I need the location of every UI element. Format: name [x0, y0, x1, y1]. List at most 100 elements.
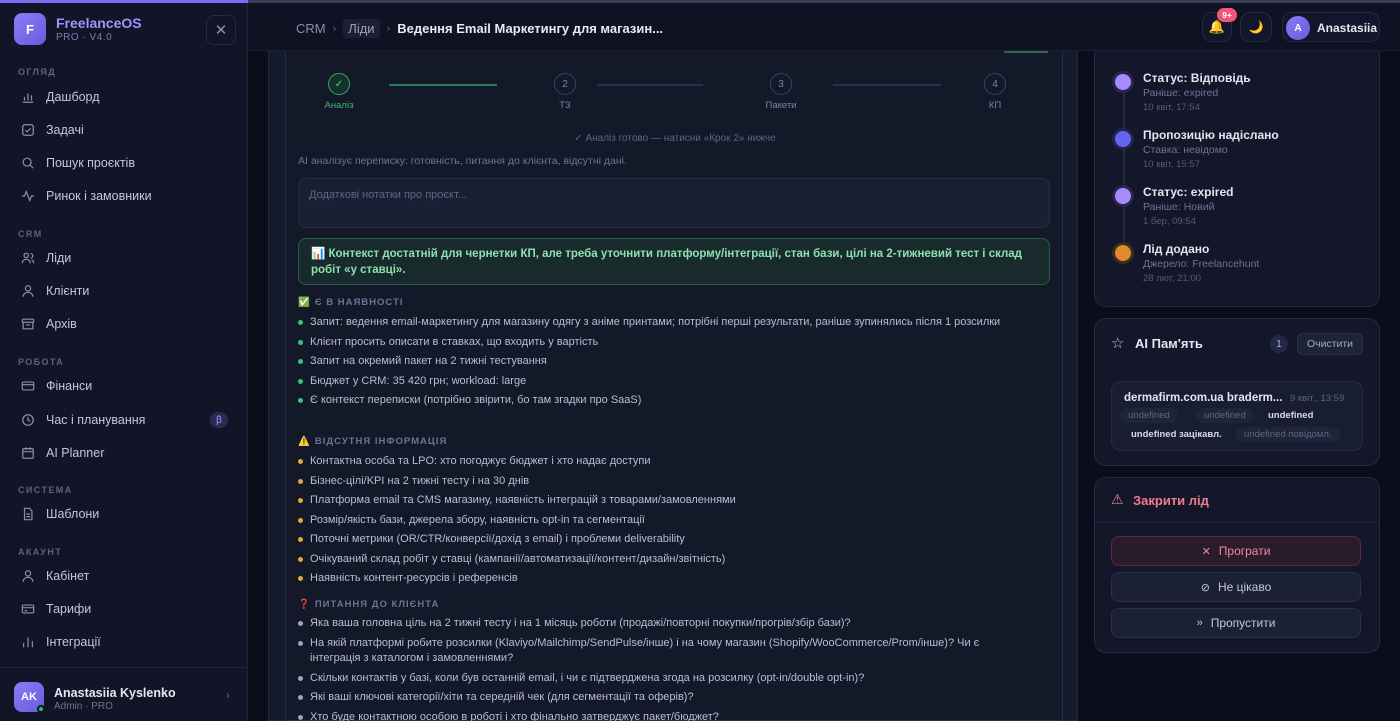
profile-button[interactable]: A Anastasiia — [1282, 12, 1380, 42]
step-proposal[interactable]: 4 КП — [965, 73, 1025, 111]
step-number: 3 — [770, 73, 792, 95]
step-label: Пакети — [765, 100, 797, 111]
chart-bar-icon — [20, 89, 36, 105]
list-item: Скільки контактів у базі, коли був остан… — [298, 671, 1018, 687]
list-item: Бюджет у CRM: 35 420 грн; workload: larg… — [298, 374, 1018, 390]
sidebar-item-archive[interactable]: Архів — [14, 311, 234, 337]
theme-toggle-button[interactable]: 🌙 — [1240, 12, 1272, 42]
sidebar-item-dashboard[interactable]: Дашборд — [14, 84, 234, 110]
sidebar-item-integrations[interactable]: Інтеграції — [14, 629, 234, 655]
ai-memory-title: AI Пам'ять — [1135, 336, 1203, 351]
step-connector — [833, 84, 941, 86]
list-item: Платформа email та CMS магазину, наявніс… — [298, 493, 1018, 509]
sidebar-item-label: Ринок і замовники — [46, 189, 152, 203]
timeline-time: 1 бер, 09:54 — [1143, 216, 1196, 227]
close-lead-card: ⚠ Закрити лід ✕ Програти ⊘ Не цікаво » П… — [1094, 477, 1380, 653]
sidebar-item-label: AI Planner — [46, 446, 105, 460]
breadcrumb-crm[interactable]: CRM — [296, 21, 326, 36]
memory-entry-date: 9 квіт., 13:59 — [1290, 393, 1345, 404]
notification-count-badge: 9+ — [1217, 8, 1237, 22]
timeline-title: Пропозицію надіслано — [1143, 128, 1279, 142]
context-summary: 📊 Контекст достатній для чернетки КП, ал… — [298, 238, 1050, 285]
user-icon — [20, 283, 36, 299]
close-lead-title: Закрити лід — [1133, 493, 1209, 508]
nav-section-title: АКАУНТ — [18, 547, 63, 557]
timeline-time: 28 лют, 21:00 — [1143, 273, 1202, 284]
star-icon: ☆ — [1111, 335, 1125, 352]
memory-entry[interactable]: dermafirm.com.ua braderm... 9 квіт., 13:… — [1111, 381, 1363, 451]
step-analysis[interactable]: ✓ Аналіз — [309, 73, 369, 111]
memory-tag: undefined — [1196, 408, 1254, 423]
sidebar-item-label: Задачі — [46, 123, 84, 137]
beta-badge: β — [210, 412, 228, 428]
memory-count-badge: 1 — [1270, 335, 1288, 353]
step-check-icon: ✓ — [328, 73, 350, 95]
user-icon — [20, 568, 36, 584]
missing-list: Контактна особа та LPO: хто погоджує бюд… — [298, 454, 1018, 591]
available-section-title: ✅ Є В НАЯВНОСТІ — [298, 297, 404, 308]
user-role: Admin · PRO — [54, 701, 113, 712]
question-emoji-icon: ❓ — [298, 599, 311, 610]
lose-lead-button[interactable]: ✕ Програти — [1111, 536, 1361, 566]
user-card[interactable]: AK Anastasiia Kyslenko Admin · PRO › — [0, 667, 248, 721]
sidebar-item-tasks[interactable]: Задачі — [14, 117, 234, 143]
breadcrumb-separator: › — [332, 22, 337, 35]
nav-section-title: CRM — [18, 229, 43, 239]
check-emoji-icon: ✅ — [298, 297, 311, 308]
search-icon — [20, 155, 36, 171]
close-sidebar-button[interactable]: ✕ — [206, 15, 236, 45]
brand: F FreelanceOS PRO · V4.0 ✕ — [14, 13, 236, 47]
sidebar-item-label: Тарифи — [46, 602, 92, 616]
timeline-item: Пропозицію надіслано Ставка: невідомо 10… — [1113, 128, 1363, 170]
timeline-title: Статус: expired — [1143, 185, 1234, 199]
step-spec[interactable]: 2 ТЗ — [535, 73, 595, 111]
timeline-dot — [1115, 188, 1131, 204]
sidebar-item-cabinet[interactable]: Кабінет — [14, 563, 234, 589]
sidebar-item-label: Клієнти — [46, 284, 90, 298]
page-title: Ведення Email Маркетингу для магазин... — [397, 21, 664, 36]
sidebar-item-plans[interactable]: Тарифи — [14, 596, 234, 622]
breadcrumb: CRM › Ліди › Ведення Email Маркетингу дл… — [296, 19, 663, 38]
available-list: Запит: ведення email-маркетингу для мага… — [298, 315, 1018, 413]
timeline-subtitle: Джерело: Freelancehunt — [1143, 258, 1260, 270]
sidebar-item-label: Архів — [46, 317, 77, 331]
list-item: Які ваші ключові категорії/хіти та серед… — [298, 690, 1018, 706]
sidebar-item-templates[interactable]: Шаблони — [14, 501, 234, 527]
brand-name: FreelanceOS — [56, 15, 142, 31]
close-icon: ✕ — [1201, 545, 1211, 558]
project-notes-input[interactable]: Додаткові нотатки про проєкт... — [298, 178, 1050, 228]
warning-icon: ⚠ — [1111, 491, 1124, 507]
sidebar-item-project-search[interactable]: Пошук проєктів — [14, 150, 234, 176]
timeline-title: Лід додано — [1143, 242, 1210, 256]
timeline-subtitle: Ставка: невідомо — [1143, 144, 1228, 156]
timeline-dot — [1115, 245, 1131, 261]
breadcrumb-leads[interactable]: Ліди — [343, 19, 380, 38]
not-interested-button[interactable]: ⊘ Не цікаво — [1111, 572, 1361, 602]
nav-section-title: ОГЛЯД — [18, 67, 57, 77]
memory-tag: undefined — [1120, 408, 1178, 423]
sidebar-item-finance[interactable]: Фінанси — [14, 373, 234, 399]
button-label: Програти — [1218, 544, 1271, 558]
list-item: Розмір/якість бази, джерела збору, наявн… — [298, 513, 1018, 529]
clear-memory-button[interactable]: Очистити — [1297, 333, 1363, 355]
list-item: Яка ваша головна ціль на 2 тижні тесту і… — [298, 616, 1018, 632]
skip-lead-button[interactable]: » Пропустити — [1111, 608, 1361, 638]
sidebar-item-label: Час і планування — [46, 413, 146, 427]
wallet-icon — [20, 378, 36, 394]
list-item: На якій платформі робите розсилки (Klavi… — [298, 636, 1018, 667]
questions-list: Яка ваша головна ціль на 2 тижні тесту і… — [298, 616, 1018, 721]
ai-memory-card: ☆ AI Пам'ять 1 Очистити dermafirm.com.ua… — [1094, 318, 1380, 466]
nav-section-title: РОБОТА — [18, 357, 65, 367]
step-packages[interactable]: 3 Пакети — [751, 73, 811, 111]
sidebar-item-ai-planner[interactable]: AI Planner — [14, 440, 234, 466]
notifications-button[interactable]: 🔔 9+ — [1202, 8, 1237, 42]
sidebar-item-market[interactable]: Ринок і замовники — [14, 183, 234, 209]
archive-icon — [20, 316, 36, 332]
list-item: Клієнт просить описати в ставках, що вхо… — [298, 335, 1018, 351]
sidebar-item-time-planning[interactable]: Час і планування β — [14, 407, 234, 433]
sidebar-item-leads[interactable]: Ліди — [14, 245, 234, 271]
activity-icon — [20, 188, 36, 204]
sidebar-item-label: Ліди — [46, 251, 72, 265]
top-green-accent — [1004, 51, 1048, 53]
sidebar-item-clients[interactable]: Клієнти — [14, 278, 234, 304]
